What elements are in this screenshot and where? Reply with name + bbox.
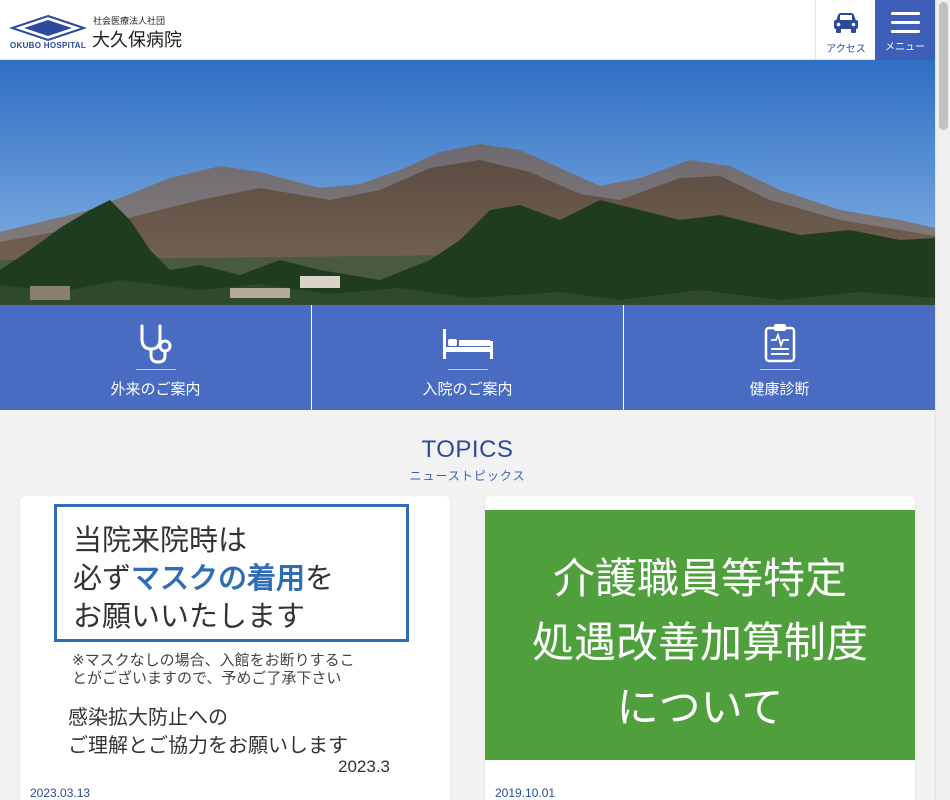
topic-date: 2023.03.13 [30, 786, 91, 800]
topics-subheading: ニューストピックス [409, 469, 526, 483]
access-label: アクセス [826, 44, 866, 55]
topic-card-mask[interactable]: 当院来院時は 必ずマスクの着用を お願いいたします ※マスクなしの場合、入館をお… [20, 496, 450, 800]
nav-outpatient[interactable]: 外来のご案内 [0, 305, 312, 410]
nav-divider-line [759, 369, 800, 370]
menu-label: メニュー [885, 42, 925, 53]
stethoscope-icon [140, 324, 171, 364]
image-text-line: 処遇改善加算制度 [531, 618, 868, 667]
nav-divider-line [135, 369, 176, 370]
logo-english-text: OKUBO HOSPITAL [10, 41, 87, 50]
image-year: 2023.3 [338, 757, 390, 776]
image-note-line: とがございますので、予めご了承下さい [72, 669, 342, 687]
image-text-line: 必ずマスクの着用を [73, 561, 335, 595]
site-header: OKUBO HOSPITAL 社会医療法人社団 大久保病院 アクセス メニュー [0, 0, 935, 60]
image-text-line: 介護職員等特定 [552, 554, 847, 603]
topic-card-care-worker[interactable]: 介護職員等特定 処遇改善加算制度 について 2019.10.01 [485, 496, 915, 800]
nav-label: 外来のご案内 [110, 380, 201, 398]
topic-date: 2019.10.01 [495, 786, 556, 800]
image-text-line: 当院来院時は [73, 523, 248, 557]
car-icon [834, 13, 858, 33]
page: OKUBO HOSPITAL 社会医療法人社団 大久保病院 アクセス メニュー [0, 0, 950, 800]
image-body-line: 感染拡大防止への [68, 705, 228, 729]
clipboard-icon [764, 324, 795, 363]
scrollbar-thumb[interactable] [939, 2, 948, 130]
image-text-line: お願いいたします [73, 599, 306, 633]
mountain-landscape-image [0, 60, 935, 305]
nav-divider-line [447, 369, 488, 370]
page-scrollbar[interactable] [935, 0, 950, 800]
image-body-line: ご理解とご協力をお願いします [68, 733, 348, 757]
nav-label: 健康診断 [749, 380, 810, 398]
hero-image [0, 60, 935, 305]
menu-button[interactable]: メニュー [875, 0, 935, 60]
access-button[interactable]: アクセス [815, 0, 875, 60]
topic-image-care-worker: 介護職員等特定 処遇改善加算制度 について [485, 510, 915, 760]
hospital-name[interactable]: 大久保病院 [92, 26, 182, 52]
topics-heading: TOPICS [421, 436, 514, 463]
bed-icon [442, 329, 493, 359]
quick-nav: 外来のご案内 入院のご案内 健康診断 [0, 305, 935, 410]
image-text-line: について [616, 683, 784, 732]
nav-health-checkup[interactable]: 健康診断 [624, 305, 935, 410]
mask-notice-box: 当院来院時は 必ずマスクの着用を お願いいたします [54, 504, 409, 642]
nav-label: 入院のご案内 [422, 380, 513, 398]
nav-inpatient[interactable]: 入院のご案内 [312, 305, 624, 410]
